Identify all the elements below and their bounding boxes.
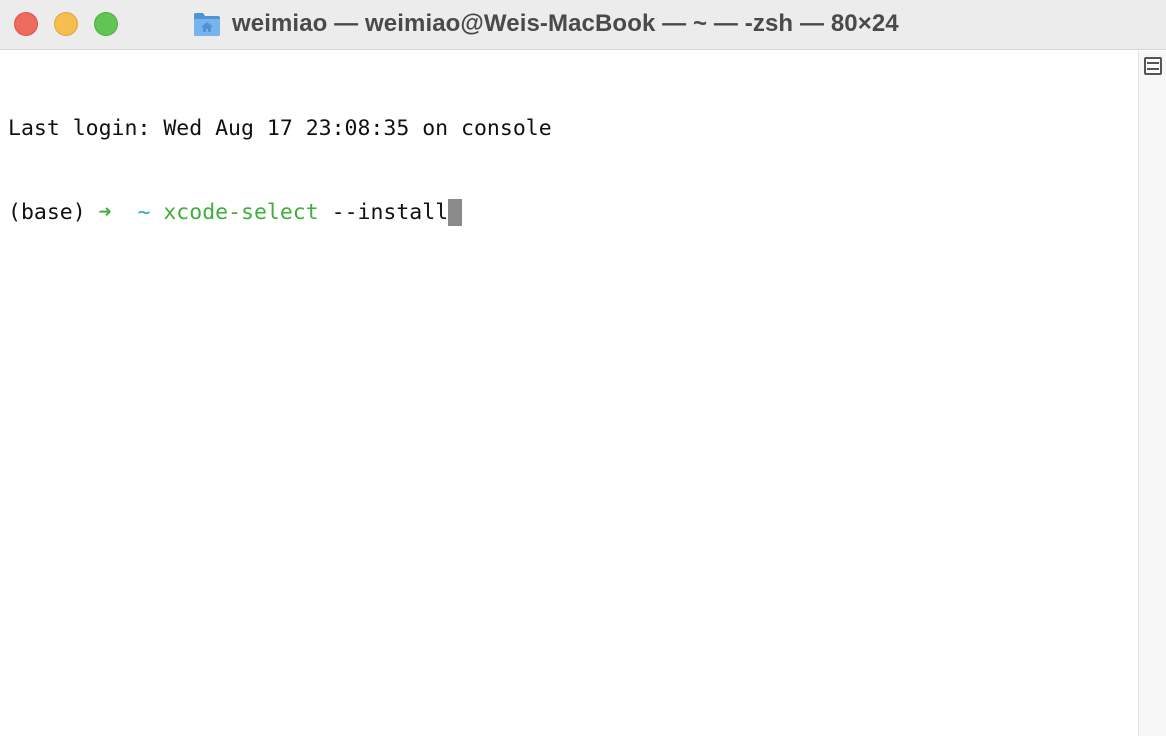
- prompt-spacer: [112, 200, 138, 225]
- close-button[interactable]: [14, 12, 38, 36]
- split-pane-icon[interactable]: [1144, 57, 1162, 75]
- command-args: --install: [318, 200, 449, 225]
- terminal-output[interactable]: Last login: Wed Aug 17 23:08:35 on conso…: [0, 51, 1138, 736]
- prompt-spacer-2: [150, 200, 163, 225]
- window-title: weimiao — weimiao@Weis-MacBook — ~ — -zs…: [232, 10, 899, 37]
- prompt-cwd: ~: [137, 200, 151, 225]
- terminal-window: weimiao — weimiao@Weis-MacBook — ~ — -zs…: [0, 0, 1166, 736]
- command-name: xcode-select: [163, 200, 319, 225]
- minimize-button[interactable]: [54, 12, 78, 36]
- prompt-arrow: ➜: [98, 200, 112, 225]
- zoom-button[interactable]: [94, 12, 118, 36]
- terminal-line-last-login: Last login: Wed Aug 17 23:08:35 on conso…: [8, 115, 1138, 143]
- scroll-gutter[interactable]: [1138, 51, 1166, 736]
- last-login-text: Last login: Wed Aug 17 23:08:35 on conso…: [8, 116, 552, 141]
- text-cursor: [448, 199, 463, 226]
- terminal-line-prompt: (base) ➜ ~ xcode-select --install: [8, 199, 1138, 227]
- home-folder-icon: [192, 10, 222, 38]
- prompt-prefix: (base): [8, 200, 99, 225]
- window-title-group: weimiao — weimiao@Weis-MacBook — ~ — -zs…: [192, 8, 899, 40]
- title-bar[interactable]: weimiao — weimiao@Weis-MacBook — ~ — -zs…: [0, 0, 1166, 50]
